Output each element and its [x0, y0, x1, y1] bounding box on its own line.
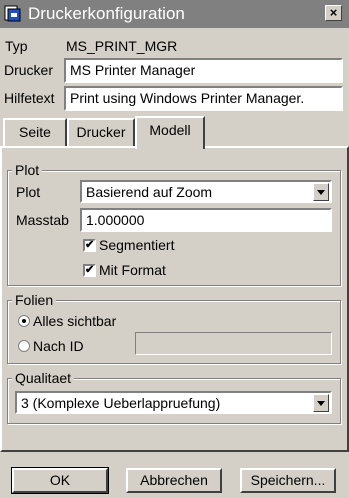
drucker-field[interactable]: MS Printer Manager — [64, 58, 343, 83]
plot-group-title: Plot — [12, 162, 43, 178]
window-title: Druckerkonfiguration — [28, 4, 185, 23]
nach-id-label: Nach ID — [33, 338, 84, 354]
mit-format-checkbox[interactable]: ✔ — [83, 264, 96, 277]
typ-value: MS_PRINT_MGR — [66, 38, 178, 54]
plot-select[interactable]: Basierend auf Zoom — [80, 180, 332, 203]
chevron-down-icon[interactable] — [313, 183, 329, 201]
segmentiert-label: Segmentiert — [99, 237, 175, 253]
nach-id-field[interactable] — [135, 332, 332, 355]
qualitaet-select[interactable]: 3 (Komplexe Ueberlappruefung) — [15, 391, 332, 414]
mit-format-label: Mit Format — [99, 262, 166, 278]
close-icon: × — [329, 5, 338, 20]
qualitaet-group-title: Qualitaet — [12, 370, 75, 386]
printer-app-icon — [4, 5, 21, 22]
chevron-down-icon[interactable] — [313, 394, 329, 412]
hilfetext-field[interactable]: Print using Windows Printer Manager. — [64, 86, 343, 111]
masstab-label: Masstab — [16, 212, 69, 228]
tab-drucker[interactable]: Drucker — [67, 118, 135, 147]
abbrechen-button[interactable]: Abbrechen — [126, 468, 222, 493]
alles-sichtbar-radio[interactable] — [18, 315, 30, 327]
tab-modell[interactable]: Modell — [135, 116, 205, 149]
masstab-field[interactable]: 1.000000 — [80, 208, 332, 232]
hilfetext-label: Hilfetext — [4, 90, 55, 106]
drucker-label: Drucker — [4, 62, 54, 78]
qualitaet-select-value: 3 (Komplexe Ueberlappruefung) — [21, 395, 221, 411]
typ-label: Typ — [5, 38, 28, 54]
folien-group-title: Folien — [12, 292, 57, 308]
close-button[interactable]: × — [325, 5, 342, 21]
speichern-button[interactable]: Speichern... — [240, 468, 336, 493]
ok-button[interactable]: OK — [11, 467, 109, 494]
segmentiert-checkbox[interactable]: ✔ — [83, 239, 96, 252]
nach-id-radio[interactable] — [18, 340, 30, 352]
title-bar[interactable]: Druckerkonfiguration × — [0, 0, 349, 28]
plot-select-value: Basierend auf Zoom — [86, 184, 213, 200]
tab-seite[interactable]: Seite — [3, 118, 67, 147]
alles-sichtbar-label: Alles sichtbar — [33, 313, 117, 329]
plot-label: Plot — [16, 184, 41, 200]
